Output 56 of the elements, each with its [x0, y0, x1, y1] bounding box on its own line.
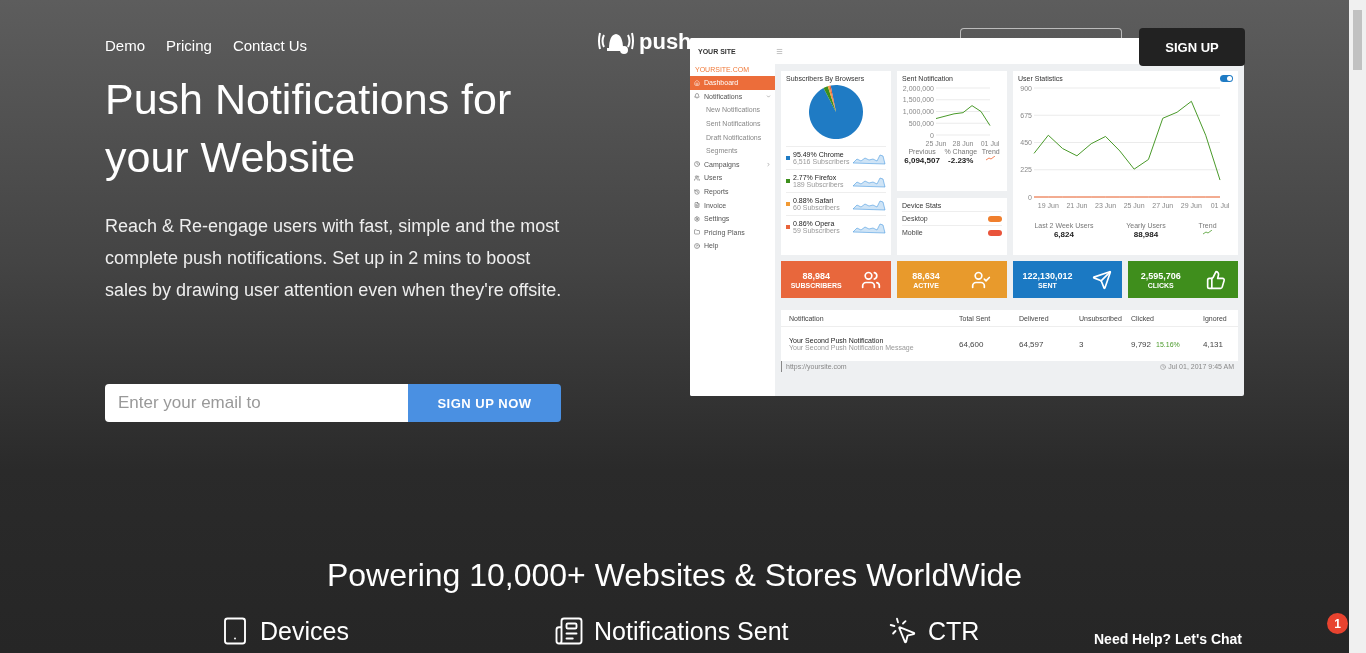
stat-label: CTR [928, 616, 980, 646]
stat-value: 6,824 [1053, 230, 1074, 239]
clicks-icon [1205, 269, 1226, 290]
sparkline [852, 220, 886, 234]
table-cell-text: 64,597 [1019, 339, 1045, 349]
chart-line [935, 105, 991, 127]
nav-link[interactable]: Contact Us [232, 37, 308, 54]
scrollbar[interactable] [1349, 0, 1366, 653]
caret-icon [766, 161, 771, 167]
nav-link[interactable]: Pricing [166, 37, 212, 54]
table-cell-text: 4,131 [1203, 339, 1225, 349]
tile-value: 88,984 [802, 270, 830, 281]
document-icon [694, 202, 700, 209]
stat-label: Notifications Sent [594, 616, 789, 646]
table-cell: 9,792 [1131, 339, 1152, 349]
hero-text: Reach & Re-engage users with fast, simple and the most complete push notifications. Set up in 2 mins to boost sales by drawing user attention even when they're offsite. [105, 215, 563, 302]
stat-label: Devices [260, 616, 349, 646]
sparkline [852, 151, 887, 165]
tile-value: 122,130,012 [1022, 270, 1073, 281]
trend-icon [1203, 230, 1213, 235]
stat-value: 88,984 [1133, 230, 1159, 239]
logo-text: push [639, 29, 692, 55]
table-cell-text: 64,600 [959, 339, 985, 349]
menu-icon [775, 47, 783, 55]
sparkline [852, 174, 886, 188]
users-icon [694, 174, 700, 181]
sparkline [852, 197, 886, 211]
settings-icon [694, 215, 700, 222]
history-icon [694, 188, 700, 195]
help-icon [694, 242, 700, 249]
active-icon [970, 269, 991, 290]
folder-icon [694, 229, 700, 236]
sign-up-button[interactable]: SIGN UP [1139, 28, 1245, 66]
sent-icon [1092, 269, 1113, 290]
email-field[interactable]: Enter your email to [105, 384, 408, 422]
tile-value: 2,595,706 [1140, 270, 1181, 281]
pie-slice [809, 85, 863, 139]
home-icon [694, 79, 700, 86]
subscribers-icon [861, 269, 882, 290]
toggle-switch[interactable] [1220, 75, 1233, 82]
notification-badge: 1 [1327, 613, 1348, 634]
section-title: Powering 10,000+ Websites & Stores WorldWide [325, 557, 1024, 594]
hero-title: Push Notifications for your Website [105, 74, 513, 183]
clock-icon [694, 161, 700, 168]
stat-value: -2.23% [948, 156, 974, 165]
caret-icon [766, 93, 771, 99]
table-cell-text: 3 [1079, 339, 1085, 349]
stat-value: 6,094,507 [904, 156, 940, 165]
tile-value: 88,634 [912, 270, 940, 281]
nav-link[interactable]: Demo [105, 37, 145, 54]
ctr-icon [888, 616, 918, 646]
notifications-icon [554, 616, 584, 646]
bell-icon [694, 93, 700, 100]
trend-icon [986, 156, 996, 161]
clock-icon [1160, 363, 1167, 370]
chat-button[interactable]: Need Help? Let's Chat [1094, 631, 1243, 647]
